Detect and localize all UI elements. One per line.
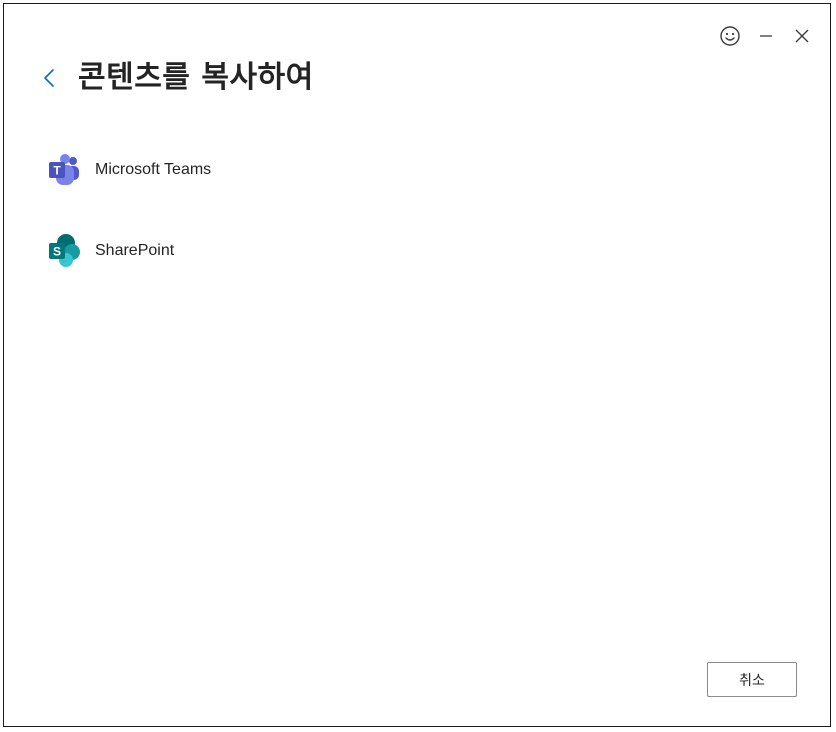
page-title: 콘텐츠를 복사하여	[78, 60, 314, 95]
svg-text:S: S	[53, 245, 61, 259]
copy-content-dialog: 콘텐츠를 복사하여 T Microsoft Teams S SharePoint…	[3, 3, 831, 727]
cancel-button[interactable]: 취소	[707, 662, 797, 697]
teams-icon: T	[46, 152, 82, 188]
feedback-button[interactable]	[712, 20, 748, 52]
close-icon	[795, 29, 809, 43]
back-button[interactable]	[42, 58, 64, 98]
destination-label: Microsoft Teams	[95, 161, 212, 178]
destination-list: T Microsoft Teams S SharePoint	[46, 148, 221, 310]
destination-teams[interactable]: T Microsoft Teams	[46, 148, 221, 192]
smiley-icon	[720, 26, 740, 46]
destination-sharepoint[interactable]: S SharePoint	[46, 229, 221, 273]
svg-text:T: T	[53, 164, 61, 178]
title-bar-controls	[712, 20, 820, 52]
sharepoint-icon: S	[46, 233, 82, 269]
destination-label: SharePoint	[95, 242, 175, 259]
minimize-button[interactable]	[748, 20, 784, 52]
close-button[interactable]	[784, 20, 820, 52]
minimize-icon	[760, 35, 772, 37]
chevron-left-icon	[44, 69, 54, 87]
dialog-header: 콘텐츠를 복사하여	[42, 58, 314, 98]
